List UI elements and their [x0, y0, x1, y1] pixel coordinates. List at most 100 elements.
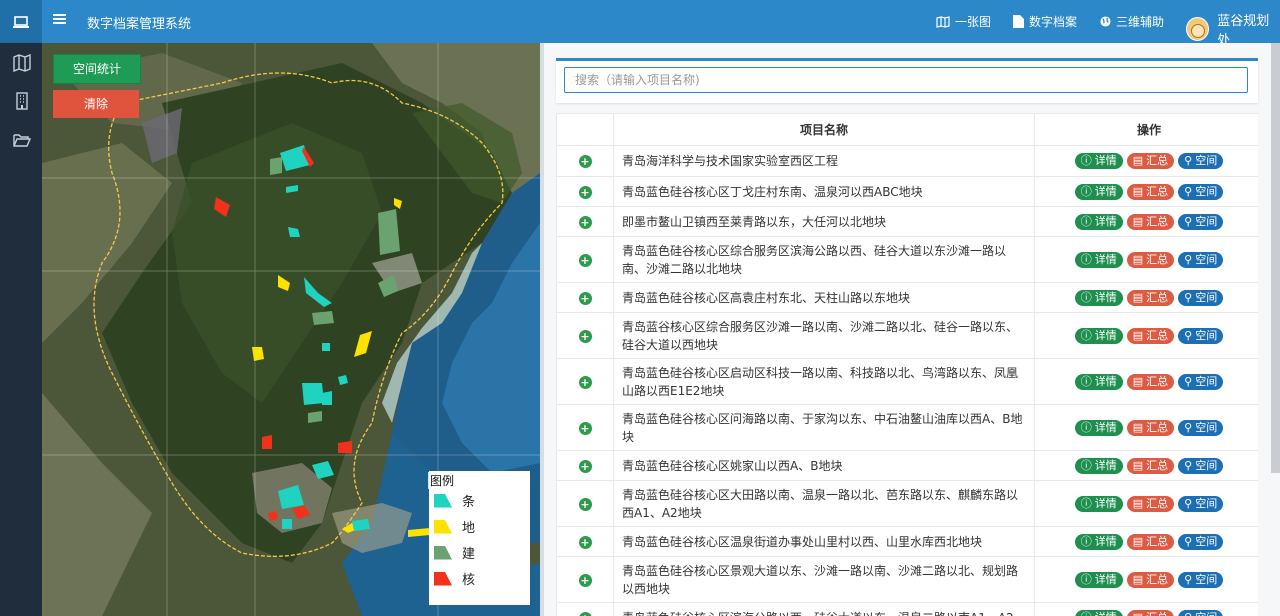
- detail-button[interactable]: ⓘ详情: [1074, 373, 1123, 390]
- summary-button[interactable]: ▤汇总: [1126, 495, 1175, 512]
- detail-button[interactable]: ⓘ详情: [1074, 327, 1123, 344]
- globe-icon: [1100, 16, 1111, 27]
- detail-button[interactable]: ⓘ详情: [1074, 609, 1123, 616]
- space-button[interactable]: ⚲空间: [1178, 251, 1224, 268]
- expand-cell: +: [556, 358, 614, 405]
- summary-button[interactable]: ▤汇总: [1126, 289, 1175, 306]
- map-icon[interactable]: [13, 54, 31, 72]
- info-icon: ⓘ: [1080, 374, 1092, 388]
- table-row[interactable]: + 青岛蓝谷核心区综合服务区沙滩一路以南、沙滩二路以北、硅谷一路以东、硅谷大道以西…: [556, 312, 1258, 359]
- table-row[interactable]: +青岛蓝色硅谷核心区滨海公路以西、硅谷大道以东、温泉二路以南A1、A2ⓘ详情▤汇…: [556, 602, 1258, 616]
- space-button[interactable]: ⚲空间: [1178, 373, 1224, 390]
- detail-button[interactable]: ⓘ详情: [1074, 457, 1123, 474]
- detail-button[interactable]: ⓘ详情: [1074, 153, 1123, 169]
- expand-plus-icon[interactable]: +: [578, 421, 592, 435]
- expand-plus-icon[interactable]: +: [578, 185, 592, 199]
- nav-3d-assist[interactable]: 三维辅助: [1100, 13, 1164, 30]
- expand-plus-icon[interactable]: +: [578, 291, 592, 305]
- spatial-stat-button[interactable]: 空间统计: [53, 54, 141, 84]
- space-button[interactable]: ⚲空间: [1178, 457, 1224, 474]
- expand-cell: +: [556, 404, 614, 451]
- table-row[interactable]: + 青岛蓝色硅谷核心区综合服务区滨海公路以西、硅谷大道以东沙滩一路以南、沙滩二路以…: [556, 236, 1258, 283]
- detail-label: 详情: [1095, 611, 1117, 616]
- space-button[interactable]: ⚲空间: [1178, 419, 1224, 436]
- detail-button[interactable]: ⓘ详情: [1074, 495, 1123, 512]
- nav-digital-archive[interactable]: 数字档案: [1013, 13, 1077, 30]
- expand-plus-icon[interactable]: +: [578, 155, 592, 168]
- space-button[interactable]: ⚲空间: [1178, 183, 1224, 200]
- space-button[interactable]: ⚲空间: [1178, 327, 1224, 344]
- table-row[interactable]: + 青岛蓝色硅谷核心区温泉街道办事处山里村以西、山里水库西北地块 ⓘ 详情 ▤ 汇总 ⚲ 空间: [556, 526, 1258, 557]
- table-row[interactable]: + 青岛蓝色硅谷核心区丁戈庄村东南、温泉河以西ABC地块 ⓘ 详情 ▤ 汇总 ⚲ 空间: [556, 176, 1258, 207]
- laptop-icon[interactable]: [0, 0, 42, 43]
- detail-button[interactable]: ⓘ详情: [1074, 571, 1123, 588]
- detail-label: 详情: [1094, 572, 1117, 586]
- detail-label: 详情: [1094, 290, 1117, 304]
- summary-button[interactable]: ▤汇总: [1126, 183, 1175, 200]
- space-button[interactable]: ⚲空间: [1178, 213, 1224, 230]
- summary-button[interactable]: ▤汇总: [1126, 373, 1175, 390]
- detail-button[interactable]: ⓘ详情: [1074, 213, 1123, 230]
- expand-plus-icon[interactable]: +: [578, 215, 592, 229]
- legend-swatch: [434, 519, 452, 534]
- space-label: 空间: [1195, 214, 1218, 228]
- table-row[interactable]: + 青岛蓝色硅谷核心区景观大道以东、沙滩一路以南、沙滩二路以北、规划路以西地块 ⓘ 详…: [556, 556, 1258, 603]
- summary-button[interactable]: ▤汇总: [1126, 571, 1175, 588]
- table-row[interactable]: + 青岛海洋科学与技术国家实验室西区工程 ⓘ 详情 ▤ 汇总 ⚲ 空间: [556, 145, 1258, 177]
- table-row[interactable]: + 青岛蓝色硅谷核心区高袁庄村东北、天柱山路以东地块 ⓘ 详情 ▤ 汇总 ⚲ 空间: [556, 282, 1258, 313]
- expand-plus-icon[interactable]: +: [578, 253, 592, 267]
- detail-button[interactable]: ⓘ详情: [1074, 183, 1123, 200]
- summary-label: 汇总: [1146, 328, 1169, 342]
- search-input[interactable]: [564, 67, 1248, 93]
- expand-plus-icon[interactable]: +: [578, 497, 592, 511]
- folder-open-icon[interactable]: [13, 131, 31, 149]
- hamburger-menu-icon[interactable]: [53, 13, 66, 28]
- location-pin-icon: ⚲: [1184, 611, 1192, 616]
- table-row[interactable]: + 即墨市鳌山卫镇西至莱青路以东，大任河以北地块 ⓘ 详情 ▤ 汇总 ⚲ 空间: [556, 206, 1258, 237]
- expand-plus-icon[interactable]: +: [578, 611, 592, 616]
- detail-button[interactable]: ⓘ详情: [1074, 251, 1123, 268]
- summary-button[interactable]: ▤汇总: [1126, 533, 1175, 550]
- summary-button[interactable]: ▤汇总: [1126, 327, 1175, 344]
- expand-plus-icon[interactable]: +: [578, 375, 592, 389]
- summary-button[interactable]: ▤汇总: [1126, 213, 1175, 230]
- table-row[interactable]: + 青岛蓝色硅谷核心区启动区科技一路以南、科技路以北、鸟湾路以东、凤凰山路以西E1…: [556, 358, 1258, 405]
- expand-plus-icon[interactable]: +: [578, 329, 592, 343]
- legend-item: 核: [434, 569, 475, 588]
- summary-button[interactable]: ▤汇总: [1126, 419, 1175, 436]
- space-label: 空间: [1195, 328, 1218, 342]
- summary-button[interactable]: ▤汇总: [1126, 251, 1175, 268]
- nav-one-map[interactable]: 一张图: [936, 13, 991, 30]
- list-icon: ▤: [1132, 458, 1144, 472]
- page-scrollbar[interactable]: [1271, 43, 1280, 473]
- location-pin-icon: ⚲: [1184, 374, 1193, 388]
- building-icon[interactable]: [13, 92, 31, 110]
- summary-button[interactable]: ▤汇总: [1126, 609, 1175, 616]
- expand-plus-icon[interactable]: +: [578, 459, 592, 473]
- project-table-container[interactable]: 项目名称 操作 + 青岛海洋科学与技术国家实验室西区工程 ⓘ 详情 ▤ 汇总 ⚲ 空间 + 青岛蓝…: [556, 113, 1258, 616]
- list-icon: ▤: [1133, 611, 1143, 616]
- table-row[interactable]: + 青岛蓝色硅谷核心区姚家山以西A、B地块 ⓘ 详情 ▤ 汇总 ⚲ 空间: [556, 450, 1258, 481]
- space-button[interactable]: ⚲空间: [1178, 289, 1224, 306]
- summary-label: 汇总: [1146, 420, 1169, 434]
- detail-label: 详情: [1094, 214, 1117, 228]
- detail-button[interactable]: ⓘ详情: [1074, 419, 1123, 436]
- clear-button[interactable]: 清除: [53, 90, 139, 118]
- table-row[interactable]: + 青岛蓝色硅谷核心区大田路以南、温泉一路以北、芭东路以东、麒麟东路以西A1、A2…: [556, 480, 1258, 527]
- summary-button[interactable]: ▤汇总: [1126, 153, 1175, 169]
- expand-plus-icon[interactable]: +: [578, 573, 592, 587]
- space-button[interactable]: ⚲空间: [1178, 609, 1224, 616]
- satellite-map[interactable]: 空间统计 清除 条 地 建 核 图例: [42, 43, 540, 616]
- summary-button[interactable]: ▤汇总: [1126, 457, 1175, 474]
- space-button[interactable]: ⚲空间: [1178, 571, 1224, 588]
- search-card: [556, 58, 1258, 103]
- space-button[interactable]: ⚲空间: [1178, 153, 1224, 169]
- expand-cell: +: [556, 480, 614, 527]
- detail-button[interactable]: ⓘ详情: [1074, 533, 1123, 550]
- expand-plus-icon[interactable]: +: [578, 535, 592, 549]
- table-row[interactable]: + 青岛蓝色硅谷核心区问海路以南、于家沟以东、中石油鳌山油库以西A、B地块 ⓘ 详情 ▤…: [556, 404, 1258, 451]
- detail-button[interactable]: ⓘ详情: [1074, 289, 1123, 306]
- space-button[interactable]: ⚲空间: [1178, 533, 1224, 550]
- space-button[interactable]: ⚲空间: [1178, 495, 1224, 512]
- project-name-cell: 青岛蓝谷核心区综合服务区沙滩一路以南、沙滩二路以北、硅谷一路以东、硅谷大道以西地…: [613, 312, 1035, 359]
